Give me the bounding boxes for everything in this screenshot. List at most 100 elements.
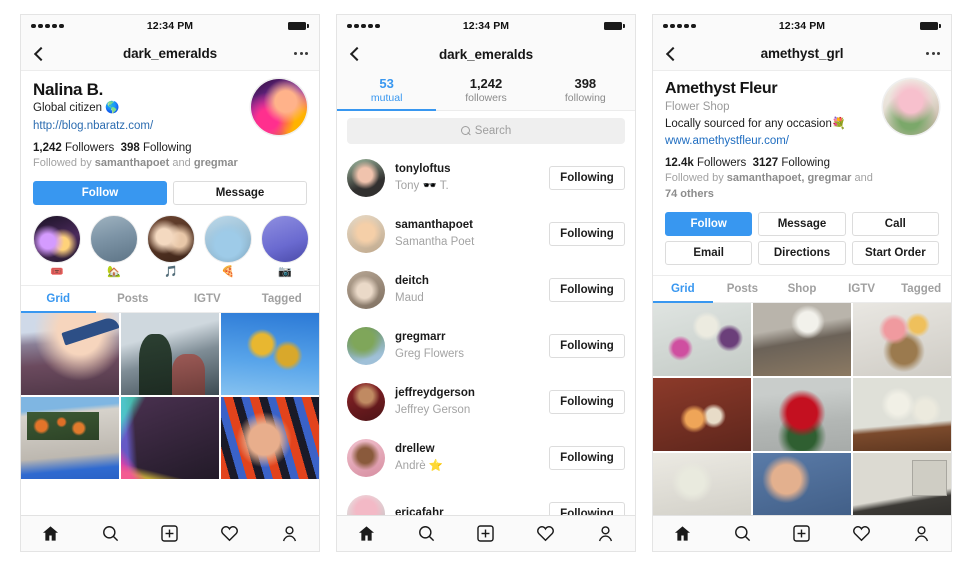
- post-sunflowers-sky[interactable]: [221, 312, 319, 395]
- directions-button[interactable]: Directions: [758, 241, 846, 266]
- profile-icon[interactable]: [278, 523, 300, 545]
- home-icon[interactable]: [672, 523, 694, 545]
- post-daisies-shelf[interactable]: [853, 378, 951, 452]
- profile-icon[interactable]: [910, 523, 932, 545]
- email-button[interactable]: Email: [665, 241, 753, 266]
- avatar[interactable]: [347, 159, 385, 197]
- tab-igtv[interactable]: IGTV: [832, 276, 892, 302]
- add-post-icon[interactable]: [791, 523, 813, 545]
- tab-shop[interactable]: Shop: [772, 276, 832, 302]
- tab-posts[interactable]: Posts: [96, 286, 171, 312]
- followed-by-user-2[interactable]: gregmar: [194, 157, 238, 169]
- profile-avatar[interactable]: [883, 79, 939, 135]
- post-airplane-sunset[interactable]: [21, 312, 119, 395]
- followed-by-prefix: Followed by: [33, 156, 95, 169]
- post-living-room-vase[interactable]: [753, 303, 851, 377]
- tab-posts[interactable]: Posts: [713, 276, 773, 302]
- list-item[interactable]: deitch Maud Following: [337, 262, 635, 318]
- heart-icon[interactable]: [851, 523, 873, 545]
- tab-tagged[interactable]: Tagged: [891, 276, 951, 302]
- tab-tagged[interactable]: Tagged: [245, 286, 320, 312]
- search-icon[interactable]: [415, 523, 437, 545]
- followed-by-others[interactable]: 74 others: [665, 188, 714, 200]
- post-two-friends-drinks[interactable]: [121, 312, 219, 395]
- tab-grid[interactable]: Grid: [21, 286, 96, 313]
- highlight-camera[interactable]: 📷: [261, 214, 309, 279]
- followed-by-user-1[interactable]: samanthapoet, gregmar: [727, 172, 852, 184]
- user-text: deitch Maud: [385, 274, 549, 306]
- post-wall-oranges[interactable]: [21, 396, 119, 479]
- avatar[interactable]: [347, 495, 385, 515]
- user-list[interactable]: tonyloftus Tony 🕶️ T. Following samantha…: [337, 150, 635, 515]
- status-bar: 12:34 PM: [21, 15, 319, 37]
- profile-icon[interactable]: [594, 523, 616, 545]
- list-item[interactable]: gregmarr Greg Flowers Following: [337, 318, 635, 374]
- start-order-button[interactable]: Start Order: [851, 241, 939, 266]
- profile-info: Nalina B. Global citizen 🌎 http://blog.n…: [33, 79, 243, 172]
- following-button[interactable]: Following: [549, 446, 625, 470]
- post-denim-hands[interactable]: [753, 453, 851, 515]
- add-post-icon[interactable]: [159, 523, 181, 545]
- highlight-label: 🍕: [221, 265, 235, 278]
- post-flower-crowns[interactable]: [653, 303, 751, 377]
- bottom-nav-bar: [653, 515, 951, 551]
- highlight-pizza[interactable]: 🍕: [204, 214, 252, 279]
- tab-grid[interactable]: Grid: [653, 276, 713, 304]
- avatar[interactable]: [347, 215, 385, 253]
- profile-website-link[interactable]: http://blog.nbaratz.com/: [33, 118, 243, 135]
- profile-website-link[interactable]: www.amethystfleur.com/: [665, 133, 875, 150]
- following-button[interactable]: Following: [549, 166, 625, 190]
- phone-panel-followers: 12:34 PM dark_emeralds 53 mutual 1,242 f…: [336, 14, 636, 552]
- segment-followers[interactable]: 1,242 followers: [436, 71, 536, 111]
- following-button[interactable]: Following: [549, 390, 625, 414]
- highlight-music[interactable]: 🎵: [147, 214, 195, 279]
- following-button[interactable]: Following: [549, 222, 625, 246]
- segment-count: 1,242: [469, 75, 503, 91]
- profile-tabs: Grid Posts IGTV Tagged: [21, 284, 320, 313]
- post-shop-window[interactable]: [853, 453, 951, 515]
- call-button[interactable]: Call: [851, 212, 939, 237]
- highlight-park[interactable]: 🏡: [90, 214, 138, 279]
- message-button[interactable]: Message: [173, 180, 307, 205]
- list-item[interactable]: ericafahr Following: [337, 486, 635, 515]
- user-fullname: Jeffrey Gerson: [395, 403, 471, 416]
- search-icon[interactable]: [99, 523, 121, 545]
- list-item[interactable]: tonyloftus Tony 🕶️ T. Following: [337, 150, 635, 206]
- avatar[interactable]: [347, 327, 385, 365]
- following-button[interactable]: Following: [549, 278, 625, 302]
- search-icon[interactable]: [731, 523, 753, 545]
- heart-icon[interactable]: [219, 523, 241, 545]
- heart-icon[interactable]: [535, 523, 557, 545]
- home-icon[interactable]: [40, 523, 62, 545]
- followed-by-user-1[interactable]: samanthapoet: [95, 157, 170, 169]
- profile-avatar[interactable]: [251, 79, 307, 135]
- avatar[interactable]: [347, 383, 385, 421]
- post-red-roses[interactable]: [753, 378, 851, 452]
- follow-button[interactable]: Follow: [665, 212, 753, 237]
- home-icon[interactable]: [356, 523, 378, 545]
- follow-button[interactable]: Follow: [33, 180, 167, 205]
- list-item[interactable]: jeffreydgerson Jeffrey Gerson Following: [337, 374, 635, 430]
- avatar[interactable]: [347, 271, 385, 309]
- add-post-icon[interactable]: [475, 523, 497, 545]
- avatar[interactable]: [347, 439, 385, 477]
- message-button[interactable]: Message: [758, 212, 846, 237]
- list-item[interactable]: samanthapoet Samantha Poet Following: [337, 206, 635, 262]
- following-button[interactable]: Following: [549, 334, 625, 358]
- segment-mutual[interactable]: 53 mutual: [337, 71, 437, 111]
- post-portrait-stripes[interactable]: [221, 396, 319, 479]
- following-button[interactable]: Following: [549, 502, 625, 515]
- search-input[interactable]: Search: [347, 118, 625, 144]
- segment-following[interactable]: 398 following: [535, 71, 635, 111]
- highlight-ticket[interactable]: 🎟️: [33, 214, 81, 279]
- followers-label: Followers: [696, 157, 747, 170]
- post-holographic[interactable]: [121, 396, 219, 479]
- profile-info: Amethyst Fleur Flower Shop Locally sourc…: [665, 79, 875, 203]
- tab-igtv[interactable]: IGTV: [170, 286, 245, 312]
- list-item[interactable]: drellew Andrè ⭐ Following: [337, 430, 635, 486]
- post-basket-bouquet[interactable]: [853, 303, 951, 377]
- post-rose-arrangement[interactable]: [653, 378, 751, 452]
- status-time: 12:34 PM: [778, 20, 826, 32]
- status-bar: 12:34 PM: [653, 15, 951, 37]
- post-white-blooms[interactable]: [653, 453, 751, 515]
